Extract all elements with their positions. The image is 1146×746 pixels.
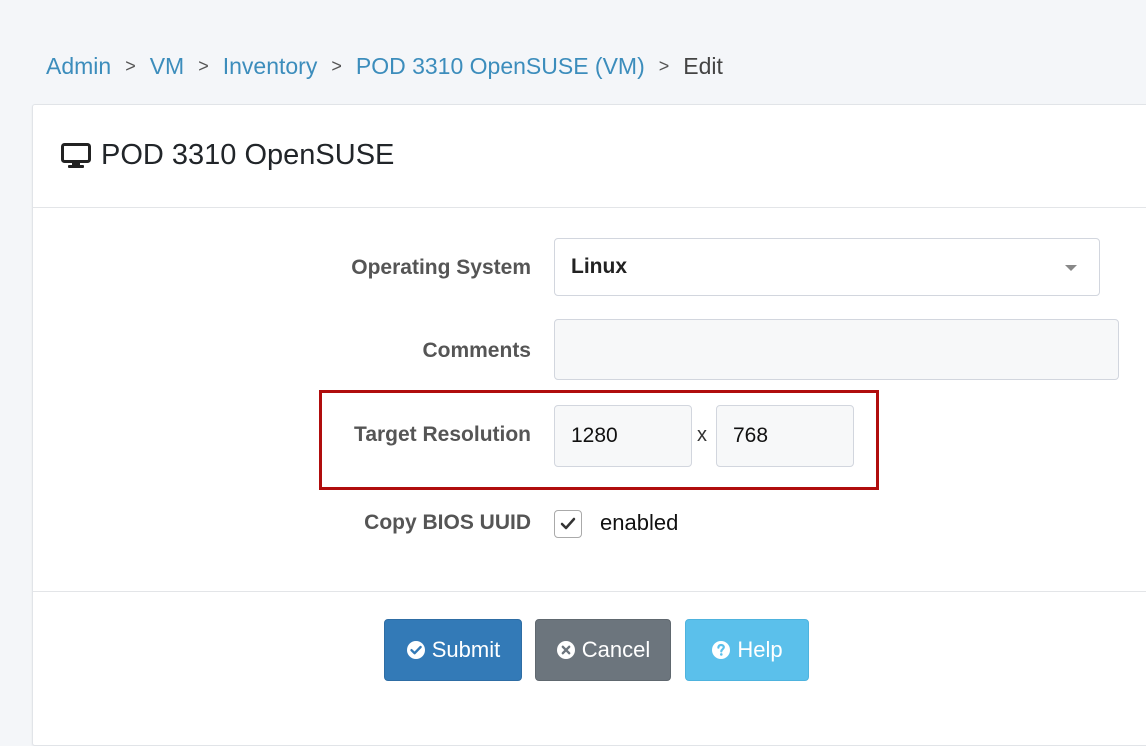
check-circle-icon <box>406 641 425 659</box>
breadcrumb-admin[interactable]: Admin <box>46 53 111 80</box>
resolution-separator: x <box>697 424 707 446</box>
cancel-label: Cancel <box>581 637 651 662</box>
breadcrumb-inventory[interactable]: Inventory <box>223 53 318 80</box>
comments-label: Comments <box>422 339 531 362</box>
breadcrumb-vm-detail[interactable]: POD 3310 OpenSUSE (VM) <box>356 53 645 80</box>
help-button[interactable]: Help <box>685 619 809 681</box>
breadcrumb: Admin > VM > Inventory > POD 3310 OpenSU… <box>46 50 723 82</box>
resolution-width-input[interactable]: 1280 <box>554 405 692 467</box>
resolution-height-value: 768 <box>733 424 769 447</box>
submit-label: Submit <box>431 637 501 662</box>
card-title-text: POD 3310 OpenSUSE <box>101 139 395 171</box>
breadcrumb-current: Edit <box>683 52 723 79</box>
resolution-height-input[interactable]: 768 <box>716 405 854 467</box>
submit-button[interactable]: Submit <box>384 619 522 681</box>
breadcrumb-separator: > <box>125 55 136 76</box>
breadcrumb-separator: > <box>198 55 209 76</box>
edit-card: POD 3310 OpenSUSE Operating System Linux… <box>32 104 1146 746</box>
breadcrumb-vm[interactable]: VM <box>150 53 185 80</box>
times-circle-icon <box>556 641 575 659</box>
checkmark-icon <box>560 517 576 530</box>
cancel-button[interactable]: Cancel <box>535 619 671 681</box>
desktop-icon <box>61 142 91 168</box>
comments-input[interactable] <box>554 319 1119 380</box>
resolution-label: Target Resolution <box>354 423 531 446</box>
os-select[interactable]: Linux <box>554 238 1100 296</box>
caret-down-icon <box>1065 265 1077 271</box>
resolution-width-value: 1280 <box>571 424 618 447</box>
help-label: Help <box>737 637 783 662</box>
bios-label: Copy BIOS UUID <box>364 511 531 534</box>
card-header: POD 3310 OpenSUSE <box>33 105 1146 208</box>
os-label: Operating System <box>351 256 531 279</box>
breadcrumb-separator: > <box>331 55 342 76</box>
breadcrumb-separator: > <box>658 55 670 76</box>
card-title: POD 3310 OpenSUSE <box>61 139 394 172</box>
question-circle-icon <box>712 641 731 659</box>
footer-divider <box>33 591 1146 592</box>
os-select-value: Linux <box>571 255 627 278</box>
bios-checkbox[interactable] <box>554 510 582 538</box>
bios-check-label: enabled <box>600 510 679 535</box>
